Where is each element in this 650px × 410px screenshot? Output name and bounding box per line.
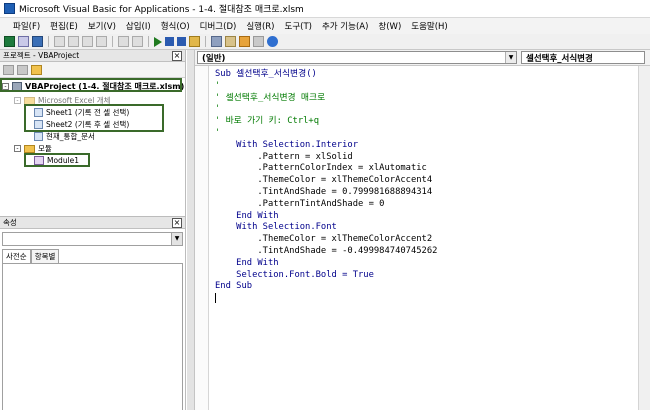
code-line[interactable]: With Selection.Font (215, 222, 635, 234)
project-tree: - VBAProject (1-4. 절대참조 매크로.xlsm) - Micr… (0, 78, 185, 216)
menu-file[interactable]: 파일(F) (8, 20, 45, 32)
object-combo-value: (일반) (202, 53, 226, 64)
code-line[interactable]: .PatternTintAndShade = 0 (215, 199, 635, 211)
code-window-header: (일반) ▼ 셀선택후_서식변경 (195, 50, 650, 66)
view-object-icon[interactable] (17, 64, 28, 75)
panel-splitter[interactable] (187, 50, 195, 410)
properties-object-dropdown[interactable]: ▼ (2, 232, 183, 246)
close-icon[interactable]: × (172, 50, 182, 61)
copy-icon[interactable] (68, 36, 79, 47)
code-line[interactable]: ' (215, 81, 635, 93)
reset-icon[interactable] (177, 37, 186, 46)
menu-debug[interactable]: 디버그(D) (195, 20, 242, 32)
code-line[interactable]: Sub 셀선택후_서식변경() (215, 69, 635, 81)
toolbox-icon[interactable] (253, 36, 264, 47)
annotation-box-project (0, 78, 182, 92)
view-code-icon[interactable] (3, 64, 14, 75)
properties-header: 속성 × (0, 217, 185, 229)
minus-icon[interactable]: - (14, 97, 21, 104)
code-line[interactable]: ' (215, 128, 635, 140)
code-line[interactable]: ' 바로 가기 키: Ctrl+q (215, 116, 635, 128)
code-line[interactable] (215, 293, 635, 305)
save-icon[interactable] (32, 36, 43, 47)
code-line[interactable]: .ThemeColor = xlThemeColorAccent4 (215, 175, 635, 187)
annotation-box-module (24, 153, 90, 167)
code-window: (일반) ▼ 셀선택후_서식변경 Sub 셀선택후_서식변경() ' ' 셀선택… (195, 50, 650, 410)
toggle-folders-icon[interactable] (31, 64, 42, 75)
run-icon[interactable] (154, 36, 162, 47)
properties-panel: 속성 × ▼ 사전순 항목별 (0, 216, 186, 410)
menu-window[interactable]: 창(W) (373, 20, 406, 32)
project-explorer-panel: 프로젝트 - VBAProject × - VBAProject (1-4. 절… (0, 50, 186, 216)
code-line[interactable]: With Selection.Interior (215, 140, 635, 152)
object-combo[interactable]: (일반) ▼ (197, 51, 517, 64)
paste-icon[interactable] (82, 36, 93, 47)
chevron-down-icon[interactable]: ▼ (505, 52, 516, 63)
chevron-down-icon[interactable]: ▼ (171, 233, 182, 245)
project-explorer-toolbar (0, 62, 185, 78)
window-title: Microsoft Visual Basic for Applications … (19, 5, 304, 15)
code-line[interactable]: .PatternColorIndex = xlAutomatic (215, 163, 635, 175)
code-margin-indicator-bar[interactable] (195, 66, 209, 410)
project-explorer-header: 프로젝트 - VBAProject × (0, 50, 185, 62)
object-browser-icon[interactable] (239, 36, 250, 47)
toolbar-separator (148, 36, 149, 47)
insert-module-icon[interactable] (18, 36, 29, 47)
annotation-box-sheets (24, 104, 164, 132)
code-line[interactable]: ' 셀선택후_서식변경 매크로 (215, 93, 635, 105)
menu-edit[interactable]: 편집(E) (45, 20, 83, 32)
toolbar-separator (48, 36, 49, 47)
code-line[interactable]: .TintAndShade = 0.799981688894314 (215, 187, 635, 199)
menu-view[interactable]: 보기(V) (83, 20, 121, 32)
code-editor[interactable]: Sub 셀선택후_서식변경() ' ' 셀선택후_서식변경 매크로 ' ' 바로… (215, 69, 635, 305)
standard-toolbar (0, 34, 650, 50)
help-icon[interactable] (267, 36, 278, 47)
tree-label-thisworkbook: 현재_통합_문서 (46, 132, 95, 141)
code-line[interactable]: End With (215, 211, 635, 223)
code-line[interactable]: End Sub (215, 281, 635, 293)
project-explorer-title: 프로젝트 - VBAProject (3, 51, 80, 60)
break-icon[interactable] (165, 37, 174, 46)
title-bar: Microsoft Visual Basic for Applications … (0, 0, 650, 18)
code-line[interactable]: .TintAndShade = -0.499984740745262 (215, 246, 635, 258)
code-line[interactable]: ' (215, 104, 635, 116)
close-icon[interactable]: × (172, 217, 182, 228)
toolbar-separator (205, 36, 206, 47)
workbook-icon (34, 132, 43, 141)
properties-grid (2, 263, 183, 410)
menu-insert[interactable]: 삽입(I) (121, 20, 156, 32)
menu-addins[interactable]: 추가 기능(A) (317, 20, 373, 32)
menu-tools[interactable]: 도구(T) (280, 20, 317, 32)
tab-categorized[interactable]: 항목별 (30, 249, 60, 263)
procedure-combo[interactable]: 셀선택후_서식변경 (521, 51, 645, 64)
minus-icon[interactable]: - (14, 145, 21, 152)
menu-help[interactable]: 도움말(H) (406, 20, 452, 32)
properties-title: 속성 (3, 218, 17, 227)
toolbar-separator (112, 36, 113, 47)
folder-icon (24, 144, 35, 153)
code-line[interactable]: End With (215, 258, 635, 270)
design-mode-icon[interactable] (189, 36, 200, 47)
text-caret (215, 293, 216, 304)
properties-icon[interactable] (225, 36, 236, 47)
properties-tabs: 사전순 항목별 (2, 249, 185, 263)
code-line[interactable]: .ThemeColor = xlThemeColorAccent2 (215, 234, 635, 246)
tree-node-thisworkbook[interactable]: 현재_통합_문서 (34, 131, 95, 142)
menu-run[interactable]: 실행(R) (241, 20, 279, 32)
cut-icon[interactable] (54, 36, 65, 47)
code-line[interactable]: Selection.Font.Bold = True (215, 270, 635, 282)
menu-format[interactable]: 형식(O) (156, 20, 195, 32)
redo-icon[interactable] (132, 36, 143, 47)
excel-view-icon[interactable] (4, 36, 15, 47)
procedure-combo-value: 셀선택후_서식변경 (526, 53, 593, 64)
vba-app-icon (4, 3, 15, 14)
undo-icon[interactable] (118, 36, 129, 47)
tab-alphabetic[interactable]: 사전순 (2, 249, 31, 263)
code-line[interactable]: .Pattern = xlSolid (215, 152, 635, 164)
vertical-scrollbar[interactable] (638, 66, 650, 410)
project-explorer-icon[interactable] (211, 36, 222, 47)
menu-bar: 파일(F) 편집(E) 보기(V) 삽입(I) 형식(O) 디버그(D) 실행(… (0, 18, 650, 34)
find-icon[interactable] (96, 36, 107, 47)
